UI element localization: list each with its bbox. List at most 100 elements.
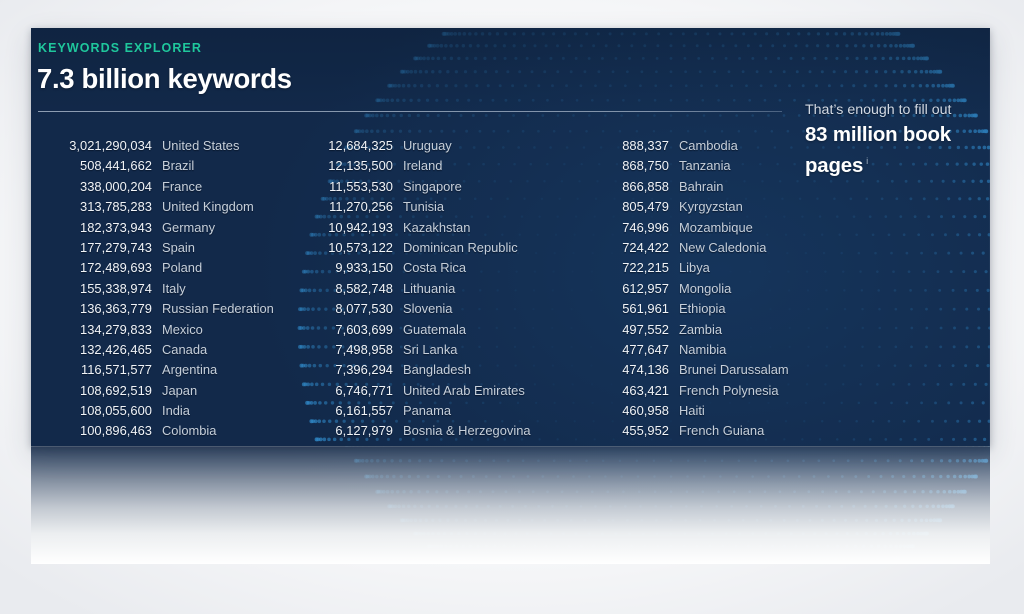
table-row[interactable]: 455,952 French Guiana [584, 421, 834, 441]
table-row[interactable]: 338,000,204 France [35, 177, 285, 197]
table-row[interactable]: 8,077,530 Slovenia [308, 299, 558, 319]
country-name: Mexico [162, 321, 203, 337]
table-row[interactable]: 182,373,943 Germany [35, 218, 285, 238]
table-row[interactable]: 12,135,500 Ireland [308, 156, 558, 176]
country-name: Russian Federation [162, 301, 274, 317]
country-name: United Arab Emirates [403, 382, 525, 398]
table-row[interactable]: 11,270,256 Tunisia [308, 197, 558, 217]
keyword-count: 463,421 [622, 382, 669, 398]
table-row[interactable]: 463,421 French Polynesia [584, 381, 834, 401]
country-name: Singapore [403, 178, 462, 194]
table-row[interactable]: 868,750 Tanzania [584, 156, 834, 176]
table-row[interactable]: 116,571,577 Argentina [35, 360, 285, 380]
country-name: Zambia [679, 321, 722, 337]
reflection-vignette [31, 446, 990, 564]
keyword-count: 12,684,325 [328, 138, 393, 153]
table-row[interactable]: 7,603,699 Guatemala [308, 320, 558, 340]
table-row[interactable]: 12,684,325 Uruguay [308, 136, 558, 156]
table-row[interactable]: 108,055,600 India [35, 401, 285, 421]
table-row[interactable]: 10,942,193 Kazakhstan [308, 218, 558, 238]
table-row[interactable]: 474,136 Brunei Darussalam [584, 360, 834, 380]
callout-block: That’s enough to fill out 83 million boo… [805, 100, 990, 179]
table-row[interactable]: 177,279,743 Spain [35, 238, 285, 258]
keyword-count: 338,000,204 [80, 178, 152, 194]
country-name: Panama [403, 403, 452, 419]
keyword-count: 11,553,530 [329, 178, 393, 194]
table-row[interactable]: 460,958 Haiti [584, 401, 834, 421]
table-row[interactable]: 805,479 Kyrgyzstan [584, 197, 834, 217]
country-name: Guatemala [403, 321, 467, 337]
table-row[interactable]: 134,279,833 Mexico [35, 320, 285, 340]
table-row[interactable]: 8,582,748 Lithuania [308, 279, 558, 299]
table-row[interactable]: 497,552 Zambia [584, 320, 834, 340]
country-name: India [162, 403, 190, 419]
keyword-count: 3,021,290,034 [69, 138, 152, 153]
table-row[interactable]: 722,215 Libya [584, 258, 834, 278]
keyword-count: 722,215 [622, 260, 669, 276]
table-row[interactable]: 172,489,693 Poland [35, 258, 285, 278]
keyword-count: 11,270,256 [329, 199, 393, 215]
country-name: Brunei Darussalam [679, 362, 789, 378]
table-row[interactable]: 6,127,979 Bosnia & Herzegovina [308, 421, 558, 441]
table-row[interactable]: 108,692,519 Japan [35, 381, 285, 401]
keyword-count: 866,858 [622, 178, 669, 194]
table-row[interactable]: 7,396,294 Bangladesh [308, 360, 558, 380]
table-row[interactable]: 10,573,122 Dominican Republic [308, 238, 558, 258]
keyword-count: 8,077,530 [335, 301, 393, 317]
reflection-top-rule [31, 446, 990, 447]
country-name: Colombia [162, 423, 217, 439]
country-name: Namibia [679, 341, 727, 357]
country-name: Kazakhstan [403, 219, 471, 235]
callout-lead-text: That’s enough to fill out [805, 102, 952, 118]
table-row[interactable]: 11,553,530 Singapore [308, 177, 558, 197]
panel-content: KEYWORDS EXPLORER 7.3 billion keywords 3… [31, 28, 990, 446]
keyword-count: 8,582,748 [335, 280, 393, 296]
keyword-count: 10,942,193 [328, 219, 393, 235]
table-row[interactable]: 508,441,662 Brazil [35, 156, 285, 176]
keyword-count: 9,933,150 [335, 260, 393, 276]
table-row[interactable]: 888,337 Cambodia [584, 136, 834, 156]
country-name: Bahrain [679, 178, 724, 194]
reflection-fade-overlay [31, 446, 990, 564]
table-row[interactable]: 155,338,974 Italy [35, 279, 285, 299]
table-row[interactable]: 313,785,283 United Kingdom [35, 197, 285, 217]
country-name: Brazil [162, 158, 195, 174]
table-row[interactable]: 477,647 Namibia [584, 340, 834, 360]
keyword-count: 746,996 [622, 219, 669, 235]
table-row[interactable]: 6,161,557 Panama [308, 401, 558, 421]
keyword-count: 134,279,833 [80, 321, 152, 337]
country-name: Kyrgyzstan [679, 199, 743, 215]
country-name: Cambodia [679, 138, 738, 153]
table-row[interactable]: 3,021,290,034 United States [35, 136, 285, 156]
page-title: 7.3 billion keywords [37, 63, 292, 94]
keyword-count: 477,647 [622, 341, 669, 357]
keyword-count: 612,957 [622, 280, 669, 296]
table-row[interactable]: 612,957 Mongolia [584, 279, 834, 299]
table-row[interactable]: 132,426,465 Canada [35, 340, 285, 360]
country-name: Dominican Republic [403, 239, 518, 255]
country-name: Bangladesh [403, 362, 472, 378]
country-name: Germany [162, 219, 216, 235]
table-row[interactable]: 7,498,958 Sri Lanka [308, 340, 558, 360]
table-row[interactable]: 6,746,771 United Arab Emirates [308, 381, 558, 401]
table-row[interactable]: 724,422 New Caledonia [584, 238, 834, 258]
keyword-count: 868,750 [622, 158, 669, 174]
keyword-count: 888,337 [622, 138, 669, 153]
country-name: Italy [162, 280, 186, 296]
table-row[interactable]: 100,896,463 Colombia [35, 421, 285, 441]
country-name: Mongolia [679, 280, 732, 296]
country-name: Uruguay [403, 138, 452, 153]
table-row[interactable]: 9,933,150 Costa Rica [308, 258, 558, 278]
table-row[interactable]: 136,363,779 Russian Federation [35, 299, 285, 319]
keyword-count: 177,279,743 [80, 239, 152, 255]
table-row[interactable]: 561,961 Ethiopia [584, 299, 834, 319]
country-name: Libya [679, 260, 710, 276]
country-name: Bosnia & Herzegovina [403, 423, 531, 439]
info-icon[interactable]: i [866, 156, 868, 167]
keyword-count: 100,896,463 [80, 423, 152, 439]
table-row[interactable]: 866,858 Bahrain [584, 177, 834, 197]
country-name: Sri Lanka [403, 341, 458, 357]
table-row[interactable]: 746,996 Mozambique [584, 218, 834, 238]
keyword-count: 7,603,699 [335, 321, 393, 337]
keyword-count: 455,952 [622, 423, 669, 439]
